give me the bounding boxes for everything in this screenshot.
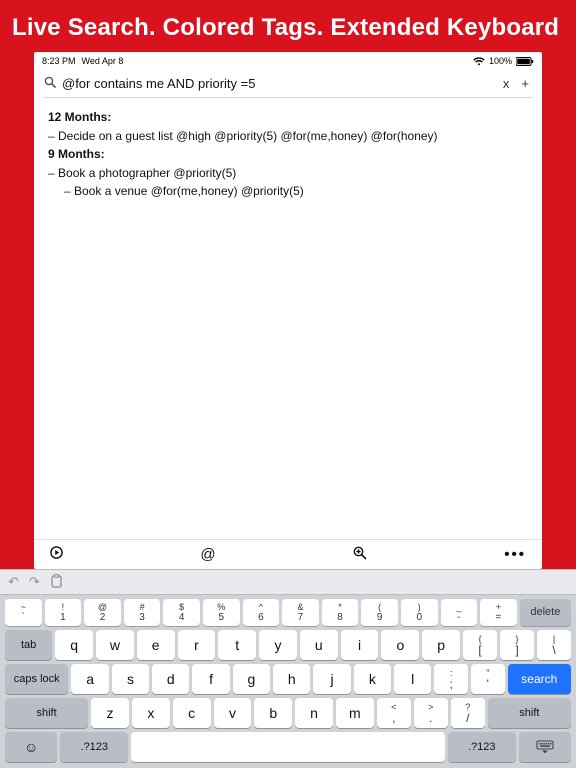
- letter-key-z[interactable]: z: [91, 698, 129, 728]
- redo-icon[interactable]: ↷: [29, 574, 40, 590]
- delete-key[interactable]: delete: [520, 599, 571, 626]
- num-key[interactable]: %5: [203, 599, 240, 626]
- sym-key[interactable]: "': [471, 664, 505, 694]
- letter-key-f[interactable]: f: [192, 664, 229, 694]
- keyboard: ~`!1@2#3$4%5^6&7*8(9)0_-+=delete tab qwe…: [0, 595, 576, 768]
- num-key[interactable]: #3: [124, 599, 161, 626]
- num-key[interactable]: !1: [45, 599, 82, 626]
- mode-key[interactable]: .?123: [60, 732, 128, 762]
- letter-key-k[interactable]: k: [354, 664, 391, 694]
- letter-key-c[interactable]: c: [173, 698, 211, 728]
- letter-key-y[interactable]: y: [259, 630, 297, 660]
- letter-key-w[interactable]: w: [96, 630, 134, 660]
- num-key[interactable]: ^6: [243, 599, 280, 626]
- num-key[interactable]: )0: [401, 599, 438, 626]
- search-key[interactable]: search: [508, 664, 571, 694]
- shift-key-left[interactable]: shift: [5, 698, 88, 728]
- keyboard-bottom-row: ☺ .?123 .?123: [5, 732, 571, 762]
- letter-key-e[interactable]: e: [137, 630, 175, 660]
- battery-icon: [516, 57, 534, 66]
- letter-key-t[interactable]: t: [218, 630, 256, 660]
- list-item[interactable]: – Book a venue @for(me,honey) @priority(…: [48, 182, 528, 201]
- keyboard-row-1: tab qwertyuiop {[}]|\: [5, 630, 571, 660]
- num-key[interactable]: +=: [480, 599, 517, 626]
- shift-key-right[interactable]: shift: [488, 698, 571, 728]
- num-key[interactable]: ~`: [5, 599, 42, 626]
- more-icon[interactable]: •••: [504, 546, 526, 563]
- promo-headline: Live Search. Colored Tags. Extended Keyb…: [0, 0, 576, 52]
- emoji-key[interactable]: ☺: [5, 732, 57, 762]
- status-time: 8:23 PM: [42, 56, 76, 66]
- list-item[interactable]: – Decide on a guest list @high @priority…: [48, 127, 528, 146]
- sym-key[interactable]: <,: [377, 698, 411, 728]
- zoom-icon[interactable]: [353, 546, 367, 564]
- num-key[interactable]: (9: [361, 599, 398, 626]
- search-input[interactable]: [62, 76, 494, 91]
- editor-toolbar: @ •••: [34, 539, 542, 569]
- sym-key[interactable]: :;: [434, 664, 468, 694]
- sym-key[interactable]: ?/: [451, 698, 485, 728]
- letter-key-h[interactable]: h: [273, 664, 310, 694]
- search-row: x +: [34, 68, 542, 97]
- keyboard-number-row: ~`!1@2#3$4%5^6&7*8(9)0_-+=delete: [5, 599, 571, 626]
- letter-key-i[interactable]: i: [341, 630, 379, 660]
- group-heading: 9 Months:: [48, 145, 528, 164]
- num-key[interactable]: &7: [282, 599, 319, 626]
- clipboard-icon[interactable]: [50, 574, 63, 591]
- wifi-icon: [473, 57, 485, 66]
- keyboard-row-2: caps lock asdfghjkl :;"' search: [5, 664, 571, 694]
- sym-key[interactable]: |\: [537, 630, 571, 660]
- battery-percent: 100%: [489, 56, 512, 66]
- letter-key-p[interactable]: p: [422, 630, 460, 660]
- num-key[interactable]: _-: [441, 599, 478, 626]
- undo-icon[interactable]: ↶: [8, 574, 19, 590]
- letter-key-v[interactable]: v: [214, 698, 252, 728]
- letter-key-s[interactable]: s: [112, 664, 149, 694]
- letter-key-n[interactable]: n: [295, 698, 333, 728]
- keyboard-accessory-bar: ↶ ↷: [0, 569, 576, 595]
- letter-key-g[interactable]: g: [233, 664, 270, 694]
- letter-key-o[interactable]: o: [381, 630, 419, 660]
- num-key[interactable]: $4: [163, 599, 200, 626]
- letter-key-j[interactable]: j: [313, 664, 350, 694]
- letter-key-b[interactable]: b: [254, 698, 292, 728]
- at-icon[interactable]: @: [200, 546, 215, 563]
- letter-key-r[interactable]: r: [178, 630, 216, 660]
- letter-key-u[interactable]: u: [300, 630, 338, 660]
- letter-key-x[interactable]: x: [132, 698, 170, 728]
- device-frame: 8:23 PM Wed Apr 8 100% x + 12 Months: – …: [34, 52, 542, 569]
- list-item[interactable]: – Book a photographer @priority(5): [48, 164, 528, 183]
- status-date: Wed Apr 8: [82, 56, 124, 66]
- status-bar: 8:23 PM Wed Apr 8 100%: [34, 52, 542, 68]
- search-icon: [44, 76, 56, 91]
- sym-key[interactable]: }]: [500, 630, 534, 660]
- num-key[interactable]: *8: [322, 599, 359, 626]
- dismiss-keyboard-key[interactable]: [519, 732, 571, 762]
- clear-search-button[interactable]: x: [500, 76, 513, 91]
- letter-key-a[interactable]: a: [71, 664, 108, 694]
- sym-key[interactable]: >.: [414, 698, 448, 728]
- space-key[interactable]: [131, 732, 445, 762]
- keyboard-area: ↶ ↷ ~`!1@2#3$4%5^6&7*8(9)0_-+=delete tab…: [0, 569, 576, 768]
- letter-key-l[interactable]: l: [394, 664, 431, 694]
- add-button[interactable]: +: [518, 76, 532, 91]
- letter-key-d[interactable]: d: [152, 664, 189, 694]
- num-key[interactable]: @2: [84, 599, 121, 626]
- letter-key-q[interactable]: q: [55, 630, 93, 660]
- letter-key-m[interactable]: m: [336, 698, 374, 728]
- results-content: 12 Months: – Decide on a guest list @hig…: [34, 98, 542, 539]
- tab-key[interactable]: tab: [5, 630, 52, 660]
- capslock-key[interactable]: caps lock: [5, 664, 68, 694]
- play-icon[interactable]: [50, 546, 63, 563]
- group-heading: 12 Months:: [48, 108, 528, 127]
- mode-key-right[interactable]: .?123: [448, 732, 516, 762]
- sym-key[interactable]: {[: [463, 630, 497, 660]
- keyboard-row-3: shift zxcvbnm <,>.?/ shift: [5, 698, 571, 728]
